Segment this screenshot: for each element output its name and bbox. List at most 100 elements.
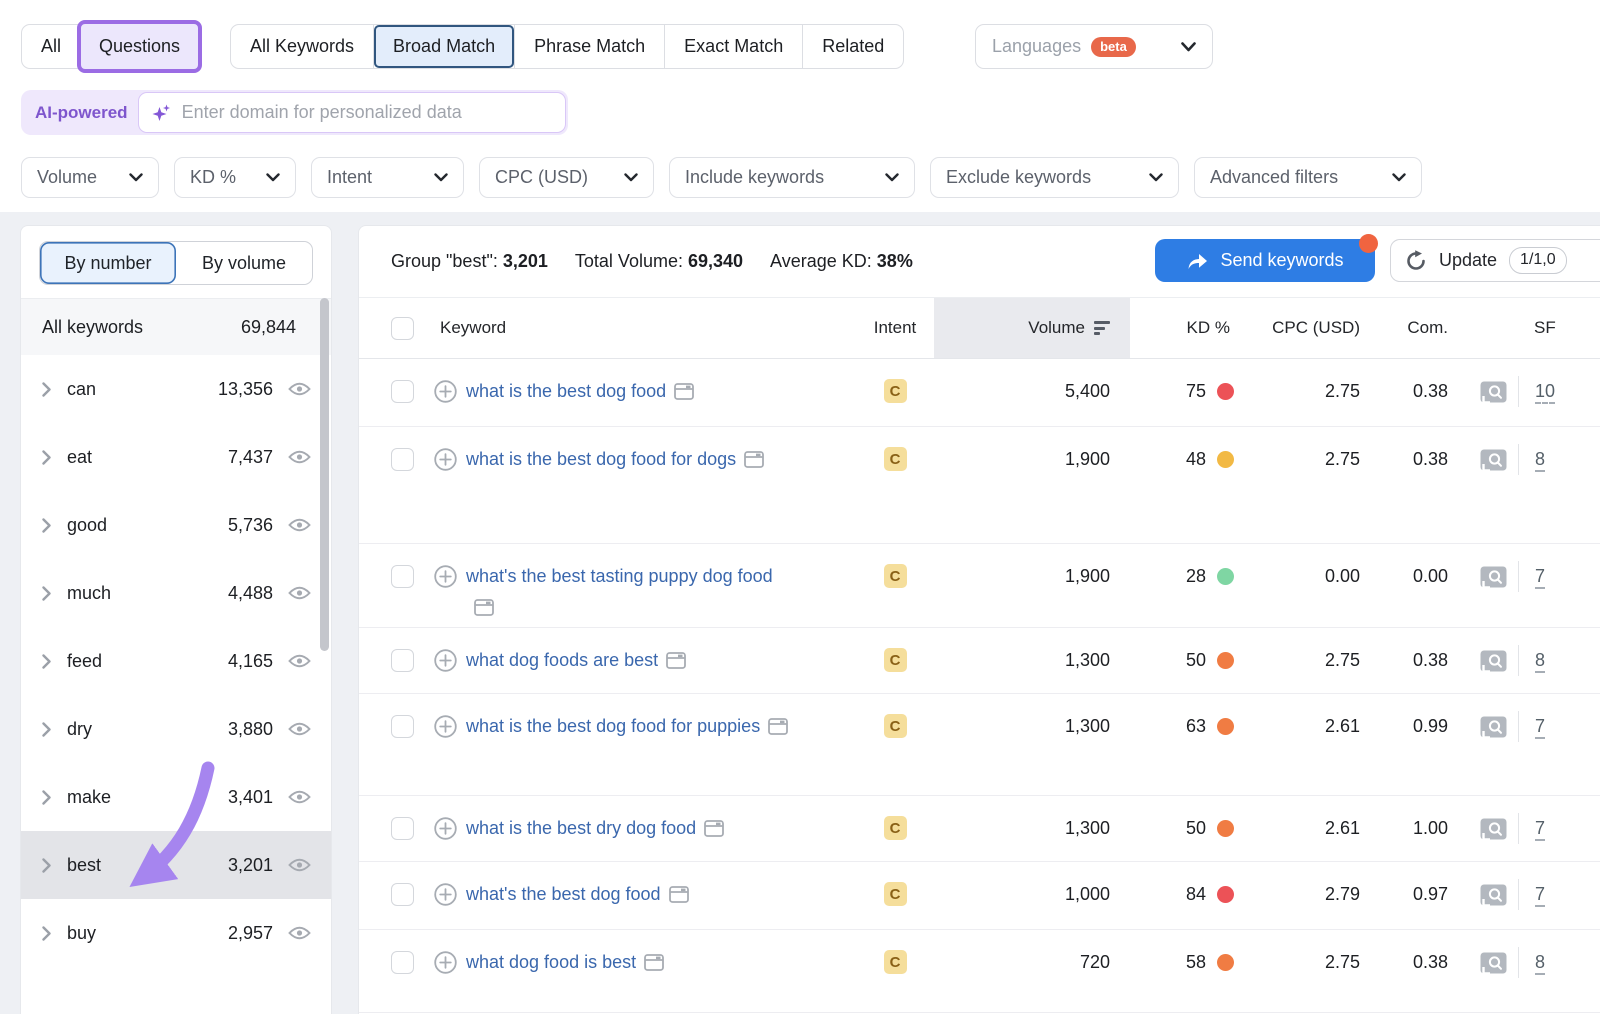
- serp-preview-icon[interactable]: [1480, 449, 1507, 476]
- tab-phrase-match[interactable]: Phrase Match: [515, 25, 664, 68]
- add-keyword-icon[interactable]: [434, 565, 457, 623]
- chevron-down-icon: [266, 173, 280, 182]
- kd-difficulty-dot: [1217, 652, 1234, 669]
- group-item-good[interactable]: good 5,736: [21, 491, 331, 559]
- filter-cpc[interactable]: CPC (USD): [479, 157, 654, 198]
- group-label: buy: [67, 923, 96, 944]
- eye-icon[interactable]: [288, 449, 311, 465]
- tab-exact-match[interactable]: Exact Match: [665, 25, 802, 68]
- serp-preview-icon[interactable]: [1480, 952, 1507, 979]
- tab-all-keywords[interactable]: All Keywords: [231, 25, 373, 68]
- update-button[interactable]: Update 1/1,0: [1390, 239, 1600, 282]
- keyword-link[interactable]: what is the best dog food: [466, 381, 666, 401]
- cpc-value: 0.00: [1250, 561, 1380, 592]
- serp-preview-icon[interactable]: [1480, 566, 1507, 593]
- add-keyword-icon[interactable]: [434, 448, 457, 475]
- avg-kd-value: 38%: [877, 251, 913, 271]
- total-volume-value: 69,340: [688, 251, 743, 271]
- row-checkbox[interactable]: [391, 817, 414, 840]
- keyword-link[interactable]: what is the best dog food for puppies: [466, 716, 760, 736]
- table-row: what is the best dry dog food C 1,300 50…: [359, 796, 1600, 862]
- all-keywords-row[interactable]: All keywords 69,844: [21, 298, 331, 355]
- add-keyword-icon[interactable]: [434, 951, 457, 978]
- ai-powered-label: AI-powered: [35, 103, 128, 123]
- filter-advanced[interactable]: Advanced filters: [1194, 157, 1422, 198]
- add-keyword-icon[interactable]: [434, 883, 457, 910]
- keyword-link[interactable]: what dog foods are best: [466, 650, 658, 670]
- group-item-feed[interactable]: feed 4,165: [21, 627, 331, 695]
- languages-dropdown[interactable]: Languages beta: [975, 24, 1213, 69]
- row-checkbox[interactable]: [391, 951, 414, 974]
- toggle-by-volume[interactable]: By volume: [176, 242, 312, 284]
- tab-all[interactable]: All: [22, 25, 80, 68]
- send-keywords-button[interactable]: Send keywords: [1155, 239, 1375, 282]
- filter-include-keywords[interactable]: Include keywords: [669, 157, 915, 198]
- tab-broad-match[interactable]: Broad Match: [374, 25, 514, 68]
- filter-intent[interactable]: Intent: [311, 157, 464, 198]
- group-item-dry[interactable]: dry 3,880: [21, 695, 331, 763]
- col-sf: SF: [1518, 298, 1574, 358]
- select-all-checkbox[interactable]: [391, 317, 414, 340]
- volume-value: 1,900: [934, 444, 1130, 475]
- chevron-down-icon: [1181, 42, 1196, 52]
- group-item-eat[interactable]: eat 7,437: [21, 423, 331, 491]
- group-item-can[interactable]: can 13,356: [21, 355, 331, 423]
- serp-preview-icon[interactable]: [1480, 650, 1507, 677]
- chevron-right-icon: [42, 926, 51, 941]
- tab-related[interactable]: Related: [803, 25, 903, 68]
- keyword-link[interactable]: what's the best dog food: [466, 884, 661, 904]
- row-checkbox[interactable]: [391, 380, 414, 403]
- col-volume[interactable]: Volume: [934, 298, 1130, 358]
- keyword-link[interactable]: what dog food is best: [466, 952, 636, 972]
- filter-exclude-keywords[interactable]: Exclude keywords: [930, 157, 1179, 198]
- keyword-link[interactable]: what is the best dog food for dogs: [466, 449, 736, 469]
- eye-icon[interactable]: [288, 925, 311, 941]
- col-cpc: CPC (USD): [1250, 298, 1380, 358]
- row-checkbox[interactable]: [391, 883, 414, 906]
- group-list: can 13,356 eat 7,437 good 5,736 much 4,4…: [21, 355, 331, 967]
- row-checkbox[interactable]: [391, 448, 414, 471]
- filter-volume[interactable]: Volume: [21, 157, 159, 198]
- eye-icon[interactable]: [288, 381, 311, 397]
- group-label: feed: [67, 651, 102, 672]
- serp-preview-icon[interactable]: [1480, 716, 1507, 743]
- sort-descending-icon: [1094, 321, 1110, 335]
- serp-features-icon: [644, 954, 664, 971]
- domain-input[interactable]: [182, 102, 553, 123]
- sidebar-scrollbar[interactable]: [320, 298, 329, 651]
- keyword-link[interactable]: what's the best tasting puppy dog food: [466, 566, 773, 586]
- row-checkbox[interactable]: [391, 649, 414, 672]
- add-keyword-icon[interactable]: [434, 649, 457, 676]
- group-item-buy[interactable]: buy 2,957: [21, 899, 331, 967]
- group-count: 3,880: [228, 719, 273, 740]
- col-kd: KD %: [1130, 298, 1250, 358]
- group-item-much[interactable]: much 4,488: [21, 559, 331, 627]
- serp-preview-icon[interactable]: [1480, 381, 1507, 408]
- table-row: what's the best tasting puppy dog food C…: [359, 544, 1600, 628]
- group-item-best[interactable]: best 3,201: [21, 831, 331, 899]
- serp-features-icon: [669, 886, 689, 903]
- eye-icon[interactable]: [288, 653, 311, 669]
- serp-preview-icon[interactable]: [1480, 818, 1507, 845]
- kd-difficulty-dot: [1217, 718, 1234, 735]
- group-item-make[interactable]: make 3,401: [21, 763, 331, 831]
- serp-preview-icon[interactable]: [1480, 884, 1507, 911]
- tab-questions[interactable]: Questions: [77, 20, 202, 73]
- eye-icon[interactable]: [288, 721, 311, 737]
- row-checkbox[interactable]: [391, 565, 414, 588]
- kd-difficulty-dot: [1217, 383, 1234, 400]
- eye-icon[interactable]: [288, 517, 311, 533]
- eye-icon[interactable]: [288, 585, 311, 601]
- filter-kd[interactable]: KD %: [174, 157, 296, 198]
- eye-icon[interactable]: [288, 789, 311, 805]
- add-keyword-icon[interactable]: [434, 380, 457, 407]
- table-row: what dog food is best C 720 58 2.75 0.38…: [359, 930, 1600, 1013]
- eye-icon[interactable]: [288, 857, 311, 873]
- table-row: what dog foods are best C 1,300 50 2.75 …: [359, 628, 1600, 694]
- add-keyword-icon[interactable]: [434, 817, 457, 844]
- add-keyword-icon[interactable]: [434, 715, 457, 742]
- toggle-by-number[interactable]: By number: [40, 242, 176, 284]
- keyword-link[interactable]: what is the best dry dog food: [466, 818, 696, 838]
- row-checkbox[interactable]: [391, 715, 414, 738]
- kd-difficulty-dot: [1217, 954, 1234, 971]
